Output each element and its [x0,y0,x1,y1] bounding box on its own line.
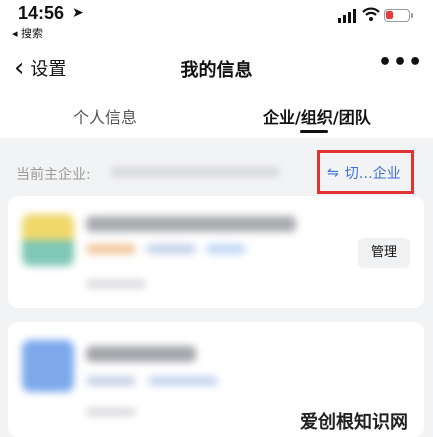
enterprise-subtext-redacted [86,408,136,416]
switch-arrows-icon: ⇋ [327,165,339,181]
switch-enterprise-button[interactable]: ⇋ 切…企业 [327,163,401,183]
navigation-bar: ‹ 设置 我的信息 ••• [0,44,433,90]
watermark: 爱创根知识网 [300,408,408,434]
switch-enterprise-label: 切…企业 [344,166,401,182]
current-enterprise-name-redacted [110,166,280,178]
tab-enterprise-org-team[interactable]: 企业/组织/团队 [263,104,371,128]
enterprise-subtext-redacted [86,280,146,288]
enterprise-name-redacted [86,346,196,362]
active-tab-indicator [300,130,328,133]
cellular-signal-icon [338,9,356,23]
tab-personal-info[interactable]: 个人信息 [73,104,137,128]
location-arrow-icon: ➤ [72,5,84,21]
status-bar: 14:56 ➤ ◂ 搜索 [0,0,433,44]
status-time: 14:56 [18,3,65,23]
enterprise-tag-redacted [86,376,136,386]
enterprise-name-redacted [86,216,296,232]
enterprise-logo [22,340,74,392]
back-to-app-link[interactable]: ◂ 搜索 [12,25,43,41]
tab-bar: 个人信息 企业/组织/团队 [0,90,433,138]
enterprise-tag-redacted [86,244,136,254]
battery-icon [384,9,410,22]
manage-button[interactable]: 管理 [358,238,410,268]
watermark-text: 爱创根知识网 [300,412,408,433]
enterprise-card[interactable]: 管理 [8,196,424,308]
wifi-icon [362,7,380,21]
enterprise-tag-redacted [146,244,196,254]
enterprise-tag-redacted [148,376,218,386]
page-title: 我的信息 [180,60,253,81]
more-options-icon[interactable]: ••• [378,50,423,75]
enterprise-logo [22,214,74,266]
enterprise-tag-redacted [206,244,246,254]
current-enterprise-label: 当前主企业: [16,167,91,183]
